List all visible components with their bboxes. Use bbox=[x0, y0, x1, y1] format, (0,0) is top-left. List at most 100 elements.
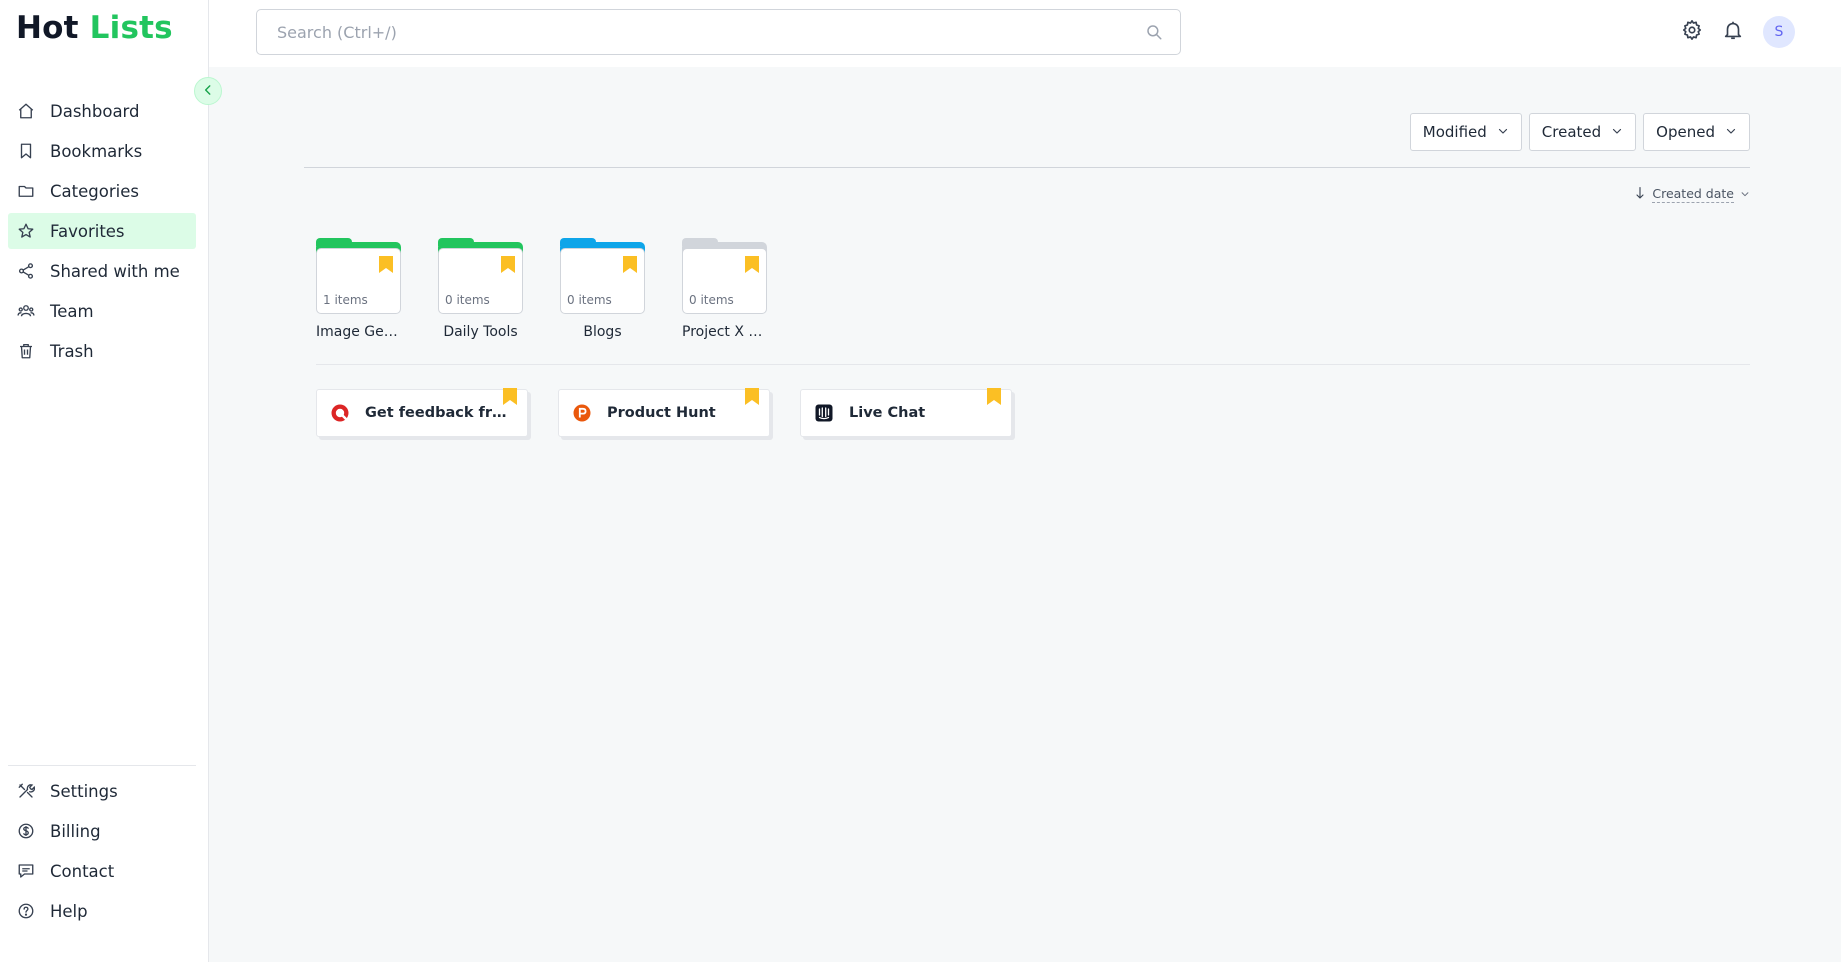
sidebar-item-contact[interactable]: Contact bbox=[8, 853, 196, 889]
folder-item-count: 0 items bbox=[689, 293, 734, 307]
filter-modified-dropdown[interactable]: Modified bbox=[1409, 113, 1522, 151]
trash-icon bbox=[16, 341, 36, 361]
app-logo[interactable]: Hot Lists bbox=[16, 10, 173, 46]
chevron-left-icon bbox=[201, 82, 215, 101]
logo-text-hot: Hot bbox=[16, 10, 79, 46]
bookmark-flag-icon bbox=[501, 256, 515, 273]
bookmark-flag-icon bbox=[379, 256, 393, 273]
folder-name: Daily Tools bbox=[443, 324, 518, 340]
folder-icon bbox=[16, 181, 36, 201]
bookmark-flag-icon bbox=[745, 388, 759, 405]
folder-item[interactable]: 0 items Project X Li... bbox=[682, 238, 772, 340]
folder-item[interactable]: 1 items Image Gen... bbox=[316, 238, 406, 340]
folder-graphic: 0 items bbox=[682, 238, 767, 314]
sidebar-item-team[interactable]: Team bbox=[8, 293, 196, 329]
sidebar-item-label: Categories bbox=[50, 181, 139, 201]
sidebar-item-label: Help bbox=[50, 901, 88, 921]
bookmark-list: Get feedback from ... Product Hunt Live … bbox=[316, 388, 1042, 437]
star-icon bbox=[16, 221, 36, 241]
sidebar-item-label: Favorites bbox=[50, 221, 125, 241]
bookmark-card[interactable]: Live Chat bbox=[800, 388, 1012, 437]
sidebar-item-settings[interactable]: Settings bbox=[8, 773, 196, 809]
sidebar-item-label: Shared with me bbox=[50, 261, 180, 281]
folder-item-count: 0 items bbox=[567, 293, 612, 307]
sidebar-item-label: Bookmarks bbox=[50, 141, 143, 161]
sidebar-bottom-nav: Settings Billing Contact Help bbox=[8, 773, 196, 933]
sidebar-item-help[interactable]: Help bbox=[8, 893, 196, 929]
filter-opened-dropdown[interactable]: Opened bbox=[1643, 113, 1750, 151]
section-divider bbox=[316, 364, 1750, 365]
tools-icon bbox=[16, 781, 36, 801]
chat-icon bbox=[16, 861, 36, 881]
folder-graphic: 1 items bbox=[316, 238, 401, 314]
sidebar-item-trash[interactable]: Trash bbox=[8, 333, 196, 369]
product-hunt-icon bbox=[573, 404, 591, 422]
sidebar-item-label: Billing bbox=[50, 821, 101, 841]
bookmark-flag-icon bbox=[623, 256, 637, 273]
top-header: S bbox=[209, 0, 1841, 67]
bookmark-flag-icon bbox=[503, 388, 517, 405]
notifications-button[interactable] bbox=[1720, 19, 1746, 45]
folder-item-count: 1 items bbox=[323, 293, 368, 307]
sidebar-item-label: Team bbox=[50, 301, 94, 321]
home-icon bbox=[16, 101, 36, 121]
bookmark-flag-icon bbox=[745, 256, 759, 273]
folder-item-count: 0 items bbox=[445, 293, 490, 307]
qualaroo-icon bbox=[331, 404, 349, 422]
folder-item[interactable]: 0 items Blogs bbox=[560, 238, 650, 340]
bell-icon bbox=[1722, 19, 1744, 45]
sidebar: Hot Lists Dashboard Bookmarks Categories bbox=[0, 0, 209, 962]
sidebar-item-label: Dashboard bbox=[50, 101, 140, 121]
logo-text-lists: Lists bbox=[89, 10, 173, 46]
sort-dropdown[interactable]: Created date bbox=[1634, 186, 1750, 203]
sidebar-item-bookmarks[interactable]: Bookmarks bbox=[8, 133, 196, 169]
filter-label: Opened bbox=[1656, 123, 1715, 141]
folder-grid: 1 items Image Gen... 0 items Daily Tools… bbox=[316, 238, 804, 340]
filter-divider bbox=[304, 167, 1750, 168]
settings-button[interactable] bbox=[1679, 19, 1705, 45]
search-bar bbox=[256, 9, 1181, 55]
help-icon bbox=[16, 901, 36, 921]
sort-arrow-down-icon bbox=[1634, 186, 1646, 203]
gear-icon bbox=[1681, 19, 1703, 45]
sidebar-item-dashboard[interactable]: Dashboard bbox=[8, 93, 196, 129]
bookmark-title: Get feedback from ... bbox=[365, 405, 515, 421]
team-icon bbox=[16, 301, 36, 321]
filter-label: Created bbox=[1541, 123, 1602, 141]
sidebar-collapse-button[interactable] bbox=[194, 77, 222, 105]
bookmark-title: Product Hunt bbox=[607, 405, 716, 421]
filter-label: Modified bbox=[1422, 123, 1487, 141]
folder-item[interactable]: 0 items Daily Tools bbox=[438, 238, 528, 340]
chevron-down-icon bbox=[1725, 123, 1737, 141]
filter-bar: Modified Created Opened bbox=[1409, 113, 1750, 151]
sidebar-nav: Dashboard Bookmarks Categories Favorites… bbox=[8, 93, 196, 373]
bookmark-flag-icon bbox=[987, 388, 1001, 405]
folder-name: Blogs bbox=[583, 324, 622, 340]
folder-name: Image Gen... bbox=[316, 324, 401, 340]
chevron-down-icon bbox=[1611, 123, 1623, 141]
intercom-icon bbox=[815, 404, 833, 422]
folder-graphic: 0 items bbox=[560, 238, 645, 314]
sidebar-item-label: Trash bbox=[50, 341, 94, 361]
bookmark-card[interactable]: Get feedback from ... bbox=[316, 388, 528, 437]
user-avatar[interactable]: S bbox=[1763, 16, 1795, 48]
sidebar-item-categories[interactable]: Categories bbox=[8, 173, 196, 209]
sidebar-item-label: Settings bbox=[50, 781, 118, 801]
folder-graphic: 0 items bbox=[438, 238, 523, 314]
bookmark-card[interactable]: Product Hunt bbox=[558, 388, 770, 437]
folder-name: Project X Li... bbox=[682, 324, 767, 340]
chevron-down-icon bbox=[1497, 123, 1509, 141]
bookmark-title: Live Chat bbox=[849, 405, 926, 421]
filter-created-dropdown[interactable]: Created bbox=[1528, 113, 1637, 151]
share-icon bbox=[16, 261, 36, 281]
sidebar-item-label: Contact bbox=[50, 861, 115, 881]
search-icon[interactable] bbox=[1142, 20, 1166, 44]
sidebar-item-favorites[interactable]: Favorites bbox=[8, 213, 196, 249]
search-input[interactable] bbox=[257, 10, 1142, 54]
sort-label: Created date bbox=[1652, 186, 1734, 203]
sidebar-divider bbox=[8, 765, 196, 766]
chevron-down-icon bbox=[1740, 187, 1750, 202]
sidebar-item-billing[interactable]: Billing bbox=[8, 813, 196, 849]
sidebar-item-shared[interactable]: Shared with me bbox=[8, 253, 196, 289]
dollar-icon bbox=[16, 821, 36, 841]
